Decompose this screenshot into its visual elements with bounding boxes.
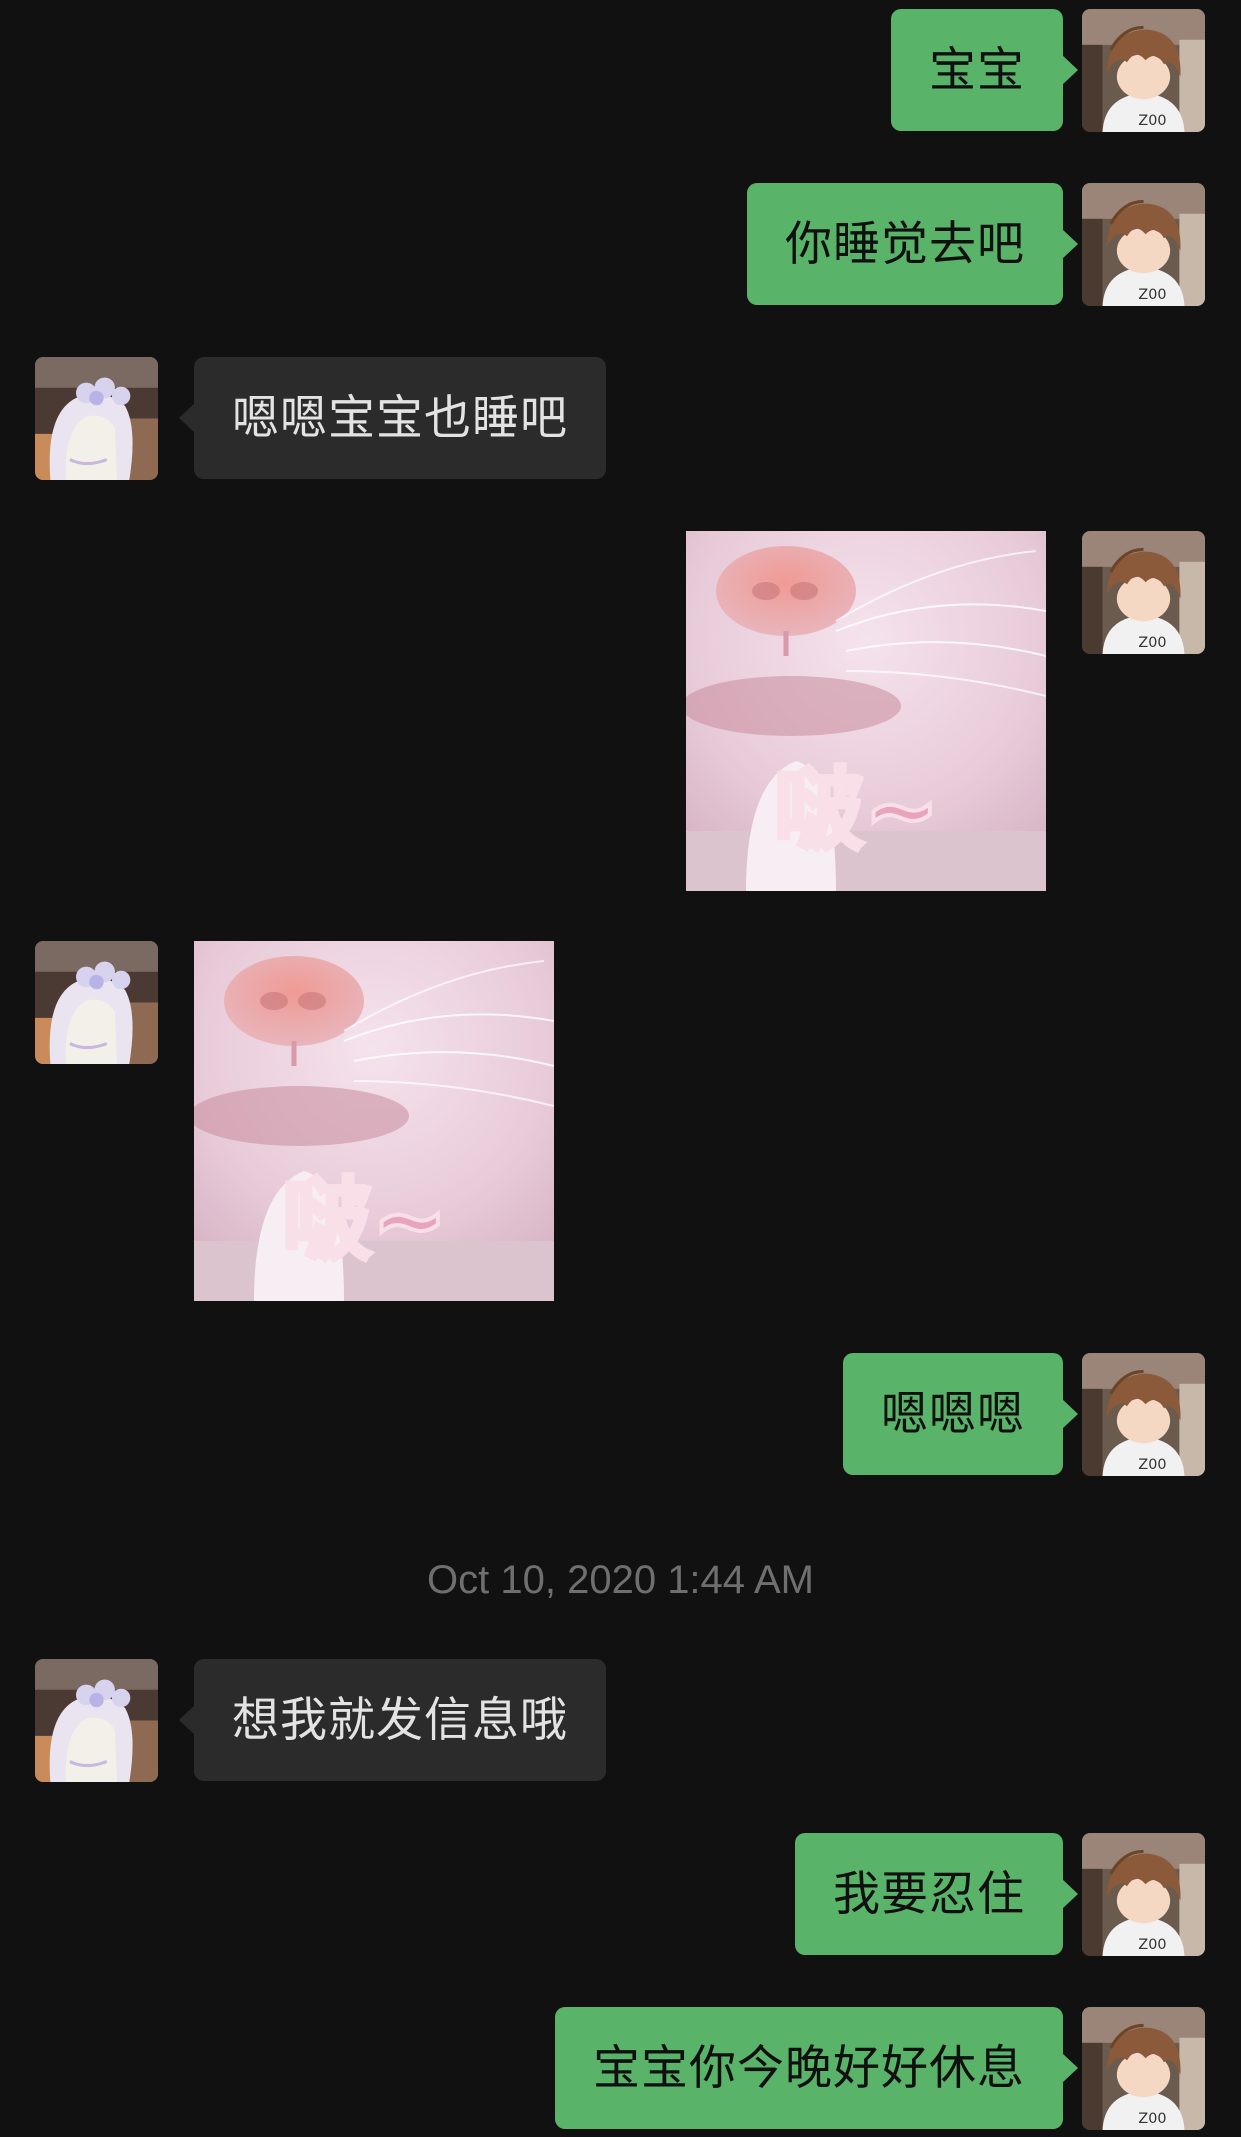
my-avatar-icon[interactable] [1082,1833,1205,1956]
my-avatar-icon[interactable] [1082,183,1205,306]
sticker-caption: 啵~ [282,1168,447,1273]
my-avatar-icon[interactable] [1082,531,1205,654]
contact-avatar-icon[interactable] [35,941,158,1064]
contact-avatar-icon[interactable] [35,1659,158,1782]
contact-avatar-icon[interactable] [35,357,158,480]
cat-nose-kiss-sticker-icon[interactable]: 啵~ [194,941,554,1301]
cat-nose-kiss-sticker-icon[interactable]: 啵~ [686,531,1046,891]
message-bubble-received[interactable]: 想我就发信息哦 [179,1659,606,1781]
message-bubble-sent[interactable]: 嗯嗯嗯 [843,1353,1078,1475]
my-avatar-icon[interactable] [1082,1353,1205,1476]
message-bubble-received[interactable]: 嗯嗯宝宝也睡吧 [179,357,606,479]
my-avatar-icon[interactable] [1082,2007,1205,2130]
timestamp-divider: Oct 10, 2020 1:44 AM [427,1558,814,1602]
message-bubble-sent[interactable]: 宝宝你今晚好好休息 [555,2007,1078,2129]
sticker-caption: 啵~ [774,758,939,863]
my-avatar-icon[interactable] [1082,9,1205,132]
message-bubble-sent[interactable]: 我要忍住 [795,1833,1078,1955]
message-bubble-sent[interactable]: 宝宝 [891,9,1078,131]
message-bubble-sent[interactable]: 你睡觉去吧 [747,183,1078,305]
